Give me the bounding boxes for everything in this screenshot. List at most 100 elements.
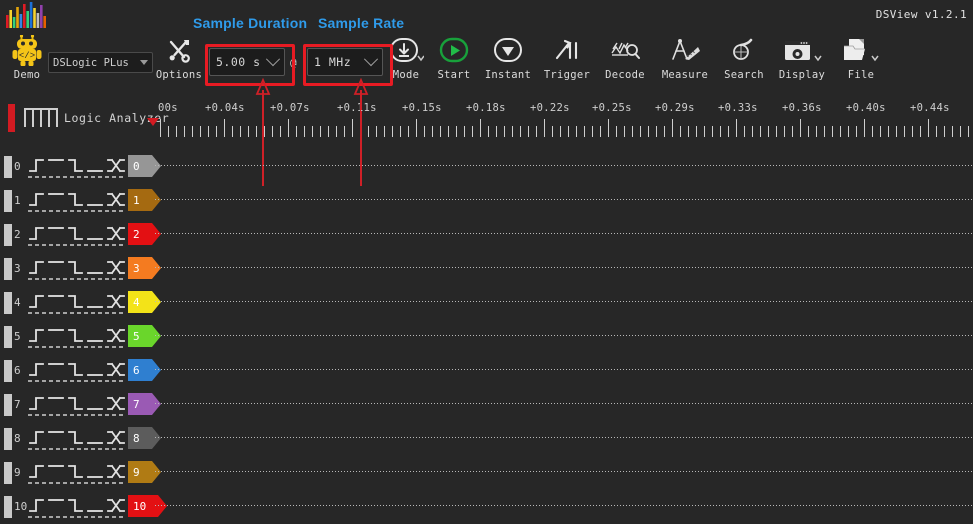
channel-color-badge[interactable]: 9 <box>128 461 161 483</box>
channel-color-badge[interactable]: 6 <box>128 359 161 381</box>
ruler-minor-tick <box>448 126 449 137</box>
channel-trigger-mode-icons[interactable] <box>28 359 125 387</box>
ruler-minor-tick <box>632 126 633 137</box>
channel-trigger-mode-icons[interactable] <box>28 189 125 217</box>
channel-trace-line <box>155 165 973 166</box>
channel-color-badge[interactable]: 0 <box>128 155 161 177</box>
ruler-minor-tick <box>304 126 305 137</box>
channel-trigger-mode-icons[interactable] <box>28 155 125 183</box>
chevron-down-icon <box>265 52 281 67</box>
device-selector-dropdown[interactable]: DSLogic PLus <box>48 52 153 73</box>
channel-trigger-mode-icons[interactable] <box>28 257 125 285</box>
decode-protocol-icon <box>599 34 651 68</box>
channel-drag-handle[interactable] <box>4 156 12 178</box>
ruler-major-tick <box>416 119 417 137</box>
channel-color-badge[interactable]: 1 <box>128 189 161 211</box>
channel-trigger-mode-icons[interactable] <box>28 223 125 251</box>
channel-row[interactable]: 99 <box>0 456 973 490</box>
device-selector-value: DSLogic PLus <box>53 56 129 69</box>
ruler-label: +0.07s <box>270 102 310 114</box>
channel-trigger-mode-icons[interactable] <box>28 461 125 489</box>
ruler-minor-tick <box>184 126 185 137</box>
sample-duration-combo[interactable]: 5.00 s <box>209 48 285 76</box>
channel-trigger-mode-icons[interactable] <box>28 325 125 353</box>
toolbar-trigger-button[interactable]: Trigger <box>541 34 593 81</box>
channel-row[interactable]: 22 <box>0 218 973 252</box>
channel-color-badge[interactable]: 7 <box>128 393 161 415</box>
ruler-minor-tick <box>888 126 889 137</box>
channel-trigger-mode-icons[interactable] <box>28 427 125 455</box>
ruler-label: +0.40s <box>846 102 886 114</box>
channel-row[interactable]: 66 <box>0 354 973 388</box>
ruler-minor-tick <box>440 126 441 137</box>
logic-analyzer-wave-icon <box>24 108 58 127</box>
channel-trigger-mode-icons[interactable] <box>28 291 125 319</box>
toolbar-start-button[interactable]: Start <box>432 34 476 81</box>
demo-device-button[interactable]: </> Demo <box>6 34 48 81</box>
toolbar-instant-button[interactable]: Instant <box>482 34 534 81</box>
channel-drag-handle[interactable] <box>4 292 12 314</box>
channel-badge-label: 9 <box>133 465 140 479</box>
channel-row[interactable]: 55 <box>0 320 973 354</box>
channel-drag-handle[interactable] <box>4 462 12 484</box>
ruler-minor-tick <box>528 126 529 137</box>
ruler-label: 00s <box>158 102 178 114</box>
ruler-minor-tick <box>920 126 921 137</box>
channel-index-label: 0 <box>14 160 21 173</box>
toolbar-decode-button[interactable]: Decode <box>599 34 651 81</box>
channel-drag-handle[interactable] <box>4 394 12 416</box>
ruler-minor-tick <box>704 126 705 137</box>
file-folder-icon <box>838 34 884 68</box>
channel-badge-shape <box>128 223 161 245</box>
channel-trigger-mode-icons[interactable] <box>28 495 125 523</box>
channel-trigger-mode-icons[interactable] <box>28 393 125 421</box>
channel-row[interactable]: 88 <box>0 422 973 456</box>
channel-color-badge[interactable]: 5 <box>128 325 161 347</box>
sample-rate-combo[interactable]: 1 MHz <box>307 48 383 76</box>
ruler-minor-tick <box>808 126 809 137</box>
wrench-screwdriver-icon <box>155 34 203 68</box>
channel-badge-label: 4 <box>133 295 140 309</box>
channel-row[interactable]: 33 <box>0 252 973 286</box>
app-version-label: DSView v1.2.1 <box>875 8 967 21</box>
toolbar-search-label: Search <box>724 69 764 81</box>
cursor-line-1[interactable] <box>262 100 263 185</box>
channel-color-badge[interactable]: 8 <box>128 427 161 449</box>
toolbar-search-button[interactable]: Search <box>718 34 770 81</box>
channel-drag-handle[interactable] <box>4 496 12 518</box>
channel-badge-shape <box>128 291 161 313</box>
channel-drag-handle[interactable] <box>4 428 12 450</box>
ruler-minor-tick <box>784 126 785 137</box>
toolbar-decode-label: Decode <box>605 69 645 81</box>
channel-trace-line <box>155 369 973 370</box>
toolbar-options-button[interactable]: Options <box>155 34 203 81</box>
cursor-line-2[interactable] <box>360 100 361 185</box>
channel-drag-handle[interactable] <box>4 224 12 246</box>
toolbar-display-button[interactable]: Display <box>774 34 830 81</box>
channel-drag-handle[interactable] <box>4 326 12 348</box>
channel-row[interactable]: 00 <box>0 150 973 184</box>
ruler-major-tick <box>352 119 353 137</box>
timeline-ruler[interactable]: 00s +0.04s +0.07s +0.11s +0.15s +0.18s +0.22s +… <box>155 100 973 140</box>
ruler-minor-tick <box>896 126 897 137</box>
ruler-minor-tick <box>720 126 721 137</box>
channel-row[interactable]: 77 <box>0 388 973 422</box>
channel-color-badge[interactable]: 2 <box>128 223 161 245</box>
channel-row[interactable]: 11 <box>0 184 973 218</box>
channel-color-badge[interactable]: 3 <box>128 257 161 279</box>
channel-row[interactable]: 10 10 <box>0 490 973 524</box>
channel-drag-handle[interactable] <box>4 360 12 382</box>
ruler-minor-tick <box>752 126 753 137</box>
channel-drag-handle[interactable] <box>4 190 12 212</box>
toolbar-file-button[interactable]: File <box>838 34 884 81</box>
channel-trace-line <box>155 505 973 506</box>
toolbar-mode-button[interactable]: Mode <box>384 34 428 81</box>
toolbar-measure-button[interactable]: Measure <box>657 34 713 81</box>
ruler-minor-tick <box>936 126 937 137</box>
channel-color-badge[interactable]: 10 <box>128 495 167 517</box>
ruler-minor-tick <box>408 126 409 137</box>
channel-row[interactable]: 44 <box>0 286 973 320</box>
ruler-minor-tick <box>816 126 817 137</box>
channel-drag-handle[interactable] <box>4 258 12 280</box>
channel-color-badge[interactable]: 4 <box>128 291 161 313</box>
